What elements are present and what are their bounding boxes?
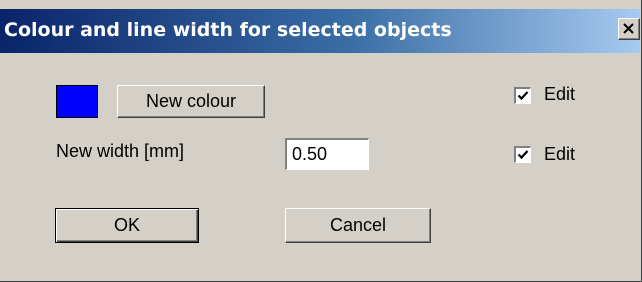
new-colour-button-label: New colour xyxy=(145,91,237,111)
ok-button[interactable]: OK xyxy=(55,208,199,243)
checkmark-icon xyxy=(517,150,529,160)
new-width-value: 0.50 xyxy=(292,144,328,164)
cancel-button-label: Cancel xyxy=(329,215,387,235)
title-bar[interactable]: Colour and line width for selected objec… xyxy=(0,9,640,53)
colour-swatch xyxy=(56,85,98,118)
new-width-input[interactable]: 0.50 xyxy=(285,138,369,170)
width-edit-label: Edit xyxy=(544,144,576,164)
colour-line-width-dialog: Colour and line width for selected objec… xyxy=(0,0,642,282)
new-width-label: New width [mm] xyxy=(56,141,185,161)
new-colour-button[interactable]: New colour xyxy=(117,85,265,118)
ok-button-label: OK xyxy=(113,215,140,235)
width-edit-checkbox[interactable] xyxy=(514,146,531,163)
close-button[interactable] xyxy=(618,18,640,40)
dialog-title: Colour and line width for selected objec… xyxy=(4,19,452,41)
cancel-button[interactable]: Cancel xyxy=(285,208,431,243)
checkmark-icon xyxy=(517,91,529,101)
colour-edit-label: Edit xyxy=(544,84,576,104)
colour-edit-checkbox[interactable] xyxy=(514,87,531,104)
close-icon xyxy=(623,23,634,34)
